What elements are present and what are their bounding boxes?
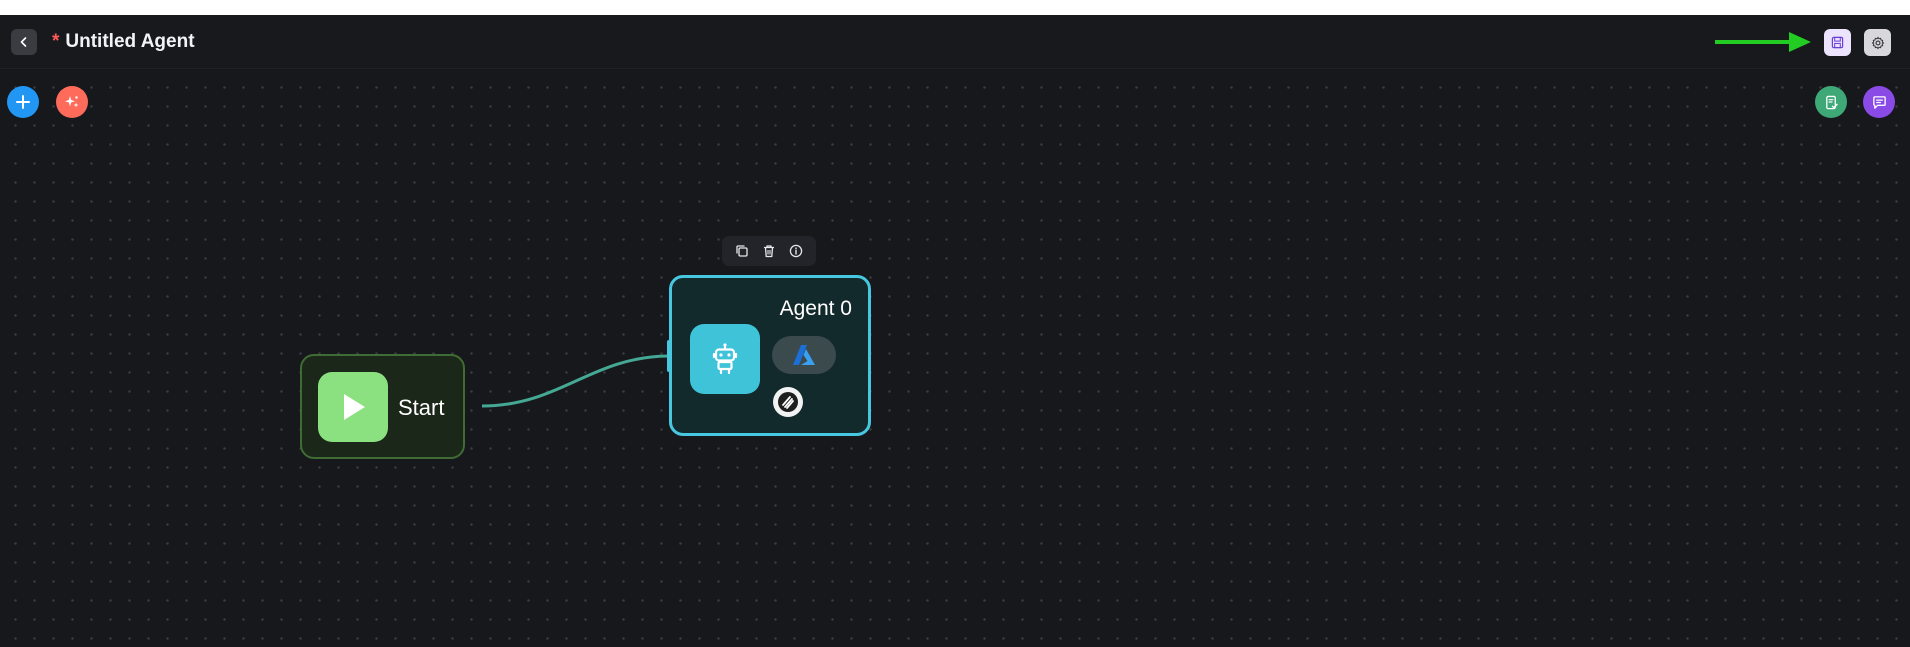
model-provider-badge[interactable] — [772, 336, 836, 374]
play-icon — [344, 394, 365, 420]
gear-icon — [1871, 36, 1884, 49]
copy-icon — [736, 245, 748, 257]
node-info-button[interactable] — [786, 241, 806, 261]
tool-badge[interactable] — [773, 387, 803, 417]
browser-top-strip — [0, 0, 1910, 15]
chat-button[interactable] — [1863, 86, 1895, 118]
save-button[interactable] — [1824, 29, 1851, 56]
info-icon — [790, 244, 803, 258]
agent-node-icon — [690, 324, 760, 394]
back-button[interactable] — [11, 29, 37, 55]
robot-icon — [712, 343, 738, 375]
document-check-button[interactable] — [1815, 86, 1847, 118]
chat-icon — [1872, 95, 1886, 109]
trash-icon — [763, 245, 774, 258]
node-toolbar — [722, 236, 816, 266]
flow-canvas[interactable] — [0, 70, 1910, 647]
copy-node-button[interactable] — [732, 241, 752, 261]
chevron-left-icon — [20, 37, 27, 47]
delete-node-button[interactable] — [759, 241, 779, 261]
save-icon — [1831, 36, 1844, 49]
settings-button[interactable] — [1864, 29, 1891, 56]
sparkles-icon — [65, 96, 79, 108]
start-node[interactable]: Start — [300, 354, 465, 459]
annotation-arrow-icon — [1715, 32, 1811, 52]
plus-icon — [16, 95, 30, 109]
start-node-label: Start — [398, 395, 445, 420]
page-title: * Untitled Agent — [52, 29, 195, 55]
editor-header: * Untitled Agent — [0, 15, 1910, 69]
ai-generate-button[interactable] — [56, 86, 88, 118]
unsaved-marker: * — [52, 31, 60, 52]
agent-title-text[interactable]: Untitled Agent — [65, 31, 194, 53]
add-node-button[interactable] — [7, 86, 39, 118]
agent-node-title: Agent 0 — [779, 297, 852, 320]
start-node-icon — [318, 372, 388, 442]
agent-node[interactable]: Agent 0 — [669, 275, 871, 436]
azure-icon — [793, 345, 815, 365]
document-check-icon — [1825, 95, 1838, 109]
tool-logo-icon — [778, 392, 798, 412]
